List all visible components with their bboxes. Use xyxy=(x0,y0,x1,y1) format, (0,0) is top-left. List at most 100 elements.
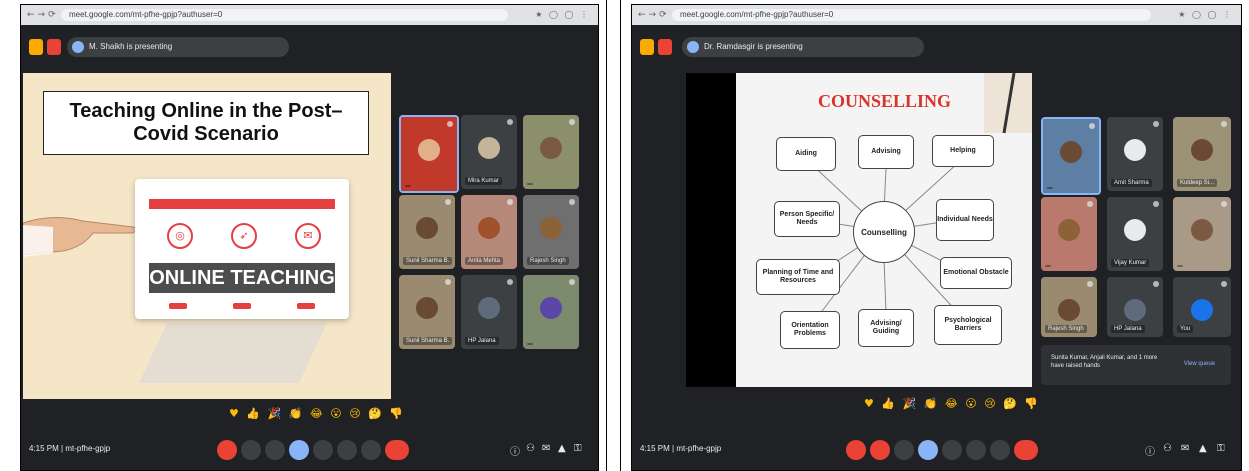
mockup-button xyxy=(233,303,251,309)
mic-icon xyxy=(1221,281,1227,287)
host-controls-icon[interactable]: ⚿ xyxy=(574,443,584,457)
mic-icon xyxy=(507,199,513,205)
meet-logo-icon xyxy=(29,39,43,55)
activities-icon[interactable]: ▲ xyxy=(558,443,568,457)
participant-tile[interactable] xyxy=(1041,197,1097,271)
node-orientation: Orientation Problems xyxy=(780,311,840,349)
view-queue-link[interactable]: View queue xyxy=(1184,361,1215,367)
extension-icons[interactable]: ★ ◯ ◯ ⋮ xyxy=(1178,10,1233,19)
raised-hands-text: Sunita Kumar, Anjali Kumar, and 1 more h… xyxy=(1051,355,1158,369)
participant-name: Rajesh Singh xyxy=(527,257,569,265)
node-planning: Planning of Time and Resources xyxy=(756,259,840,295)
participant-tile[interactable]: HP Jalana xyxy=(1107,277,1163,337)
info-icon[interactable]: ⓘ xyxy=(1145,443,1155,458)
people-icon[interactable]: ⚇ xyxy=(1163,443,1173,457)
mic-icon xyxy=(447,121,453,127)
leave-call-button[interactable] xyxy=(385,440,409,460)
participant-tile[interactable] xyxy=(523,115,579,189)
chat-icon[interactable]: ✉ xyxy=(1181,443,1191,457)
participant-name: HP Jalana xyxy=(465,337,499,345)
captions-button[interactable] xyxy=(894,440,914,460)
participant-name xyxy=(527,343,533,345)
presenting-banner[interactable]: Dr. Ramdasgir is presenting xyxy=(682,37,924,57)
reaction-bar[interactable]: ♥ 👍 🎉 👏 😂 😮 😢 🤔 👎 xyxy=(229,407,405,420)
mic-icon xyxy=(507,119,513,125)
present-button[interactable] xyxy=(918,440,938,460)
shared-slide: Teaching Online in the Post–Covid Scenar… xyxy=(23,73,391,399)
browser-toolbar: ←→⟳ meet.google.com/mt-pfhe-gpjp?authuse… xyxy=(632,5,1241,25)
page-divider xyxy=(606,0,607,471)
presenter-avatar-icon xyxy=(687,41,699,53)
people-icon[interactable]: ⚇ xyxy=(526,443,536,457)
meet-top-strip: Dr. Ramdasgir is presenting xyxy=(632,27,1241,67)
host-controls-icon[interactable]: ⚿ xyxy=(1217,443,1227,457)
participant-name xyxy=(1045,265,1051,267)
diagram-center: Counselling xyxy=(853,201,915,263)
extension-icons[interactable]: ★ ◯ ◯ ⋮ xyxy=(535,10,590,19)
address-bar[interactable]: meet.google.com/mt-pfhe-gpjp?authuser=0 xyxy=(61,9,508,21)
participant-tile[interactable]: Rajesh Singh xyxy=(1041,277,1097,337)
meet-window-right: ←→⟳ meet.google.com/mt-pfhe-gpjp?authuse… xyxy=(631,4,1242,471)
reactions-button[interactable] xyxy=(313,440,333,460)
node-advising-guiding: Advising/ Guiding xyxy=(858,309,914,347)
participant-tile[interactable]: Amit Sharma xyxy=(1107,117,1163,191)
participant-tile[interactable]: Sunil Sharma B. xyxy=(399,275,455,349)
mic-icon xyxy=(1153,281,1159,287)
participant-tile[interactable]: Mira Kumar xyxy=(461,115,517,189)
participant-tile[interactable] xyxy=(1173,197,1231,271)
participant-name xyxy=(527,183,533,185)
address-bar[interactable]: meet.google.com/mt-pfhe-gpjp?authuser=0 xyxy=(672,9,1151,21)
camera-toggle-button[interactable] xyxy=(870,440,890,460)
counselling-diagram: COUNSELLING Aiding Advising Helping Pers… xyxy=(736,73,1032,387)
mic-icon xyxy=(1089,123,1095,129)
mic-toggle-button[interactable] xyxy=(846,440,866,460)
meeting-info: 4:15 PM | mt-pfhe-gpjp xyxy=(640,444,722,453)
participant-tile[interactable]: Rajesh Singh xyxy=(523,195,579,269)
nav-arrows-icon[interactable]: ←→⟳ xyxy=(27,10,59,20)
participant-tile[interactable] xyxy=(1041,117,1101,195)
node-emotional: Emotional Obstacle xyxy=(940,257,1012,289)
captions-button[interactable] xyxy=(265,440,285,460)
presenter-avatar-icon xyxy=(72,41,84,53)
node-person-specific: Person Specific/ Needs xyxy=(774,201,840,237)
mic-toggle-button[interactable] xyxy=(217,440,237,460)
presenting-label: M. Shaikh is presenting xyxy=(89,42,173,51)
reaction-bar[interactable]: ♥ 👍 🎉 👏 😂 😮 😢 🤔 👎 xyxy=(864,397,1040,410)
presenting-banner[interactable]: M. Shaikh is presenting xyxy=(67,37,289,57)
mic-icon xyxy=(1221,201,1227,207)
leave-call-button[interactable] xyxy=(1014,440,1038,460)
activities-icon[interactable]: ▲ xyxy=(1199,443,1209,457)
participant-tile[interactable]: Vijay Kumar xyxy=(1107,197,1163,271)
browser-toolbar: ←→⟳ meet.google.com/mt-pfhe-gpjp?authuse… xyxy=(21,5,598,25)
rocket-icon: ➶ xyxy=(231,223,257,249)
participant-tile[interactable] xyxy=(523,275,579,349)
online-teaching-banner: ONLINE TEACHING xyxy=(149,263,335,293)
more-options-button[interactable] xyxy=(990,440,1010,460)
participant-name: Kuldeep Si... xyxy=(1177,179,1218,187)
camera-toggle-button[interactable] xyxy=(241,440,261,460)
participant-name: Sunil Sharma B. xyxy=(403,337,453,345)
more-options-button[interactable] xyxy=(361,440,381,460)
present-button[interactable] xyxy=(289,440,309,460)
participant-tile[interactable]: Anita Mehta xyxy=(461,195,517,269)
raise-hand-button[interactable] xyxy=(966,440,986,460)
participant-tile[interactable]: Kuldeep Si... xyxy=(1173,117,1231,191)
node-psychological: Psychological Barriers xyxy=(934,305,1002,345)
info-icon[interactable]: ⓘ xyxy=(510,443,520,458)
participant-tile[interactable]: You xyxy=(1173,277,1231,337)
participant-name: You xyxy=(1177,325,1194,333)
participant-tile[interactable]: Sunil Sharma B. xyxy=(399,195,455,269)
meet-window-left: ←→⟳ meet.google.com/mt-pfhe-gpjp?authuse… xyxy=(20,4,599,471)
chat-icon[interactable]: ✉ xyxy=(542,443,552,457)
reactions-button[interactable] xyxy=(942,440,962,460)
participant-tile[interactable]: HP Jalana xyxy=(461,275,517,349)
participant-tile[interactable] xyxy=(399,115,459,193)
participant-name xyxy=(405,185,411,187)
participant-name: Sunil Sharma B. xyxy=(403,257,453,265)
node-advising: Advising xyxy=(858,135,914,169)
node-aiding: Aiding xyxy=(776,137,836,171)
meet-controls: 4:15 PM | mt-pfhe-gpjp ⓘ ⚇ ✉ ▲ ⚿ xyxy=(21,430,598,470)
presenting-label: Dr. Ramdasgir is presenting xyxy=(704,42,803,51)
nav-arrows-icon[interactable]: ←→⟳ xyxy=(638,10,670,20)
raise-hand-button[interactable] xyxy=(337,440,357,460)
